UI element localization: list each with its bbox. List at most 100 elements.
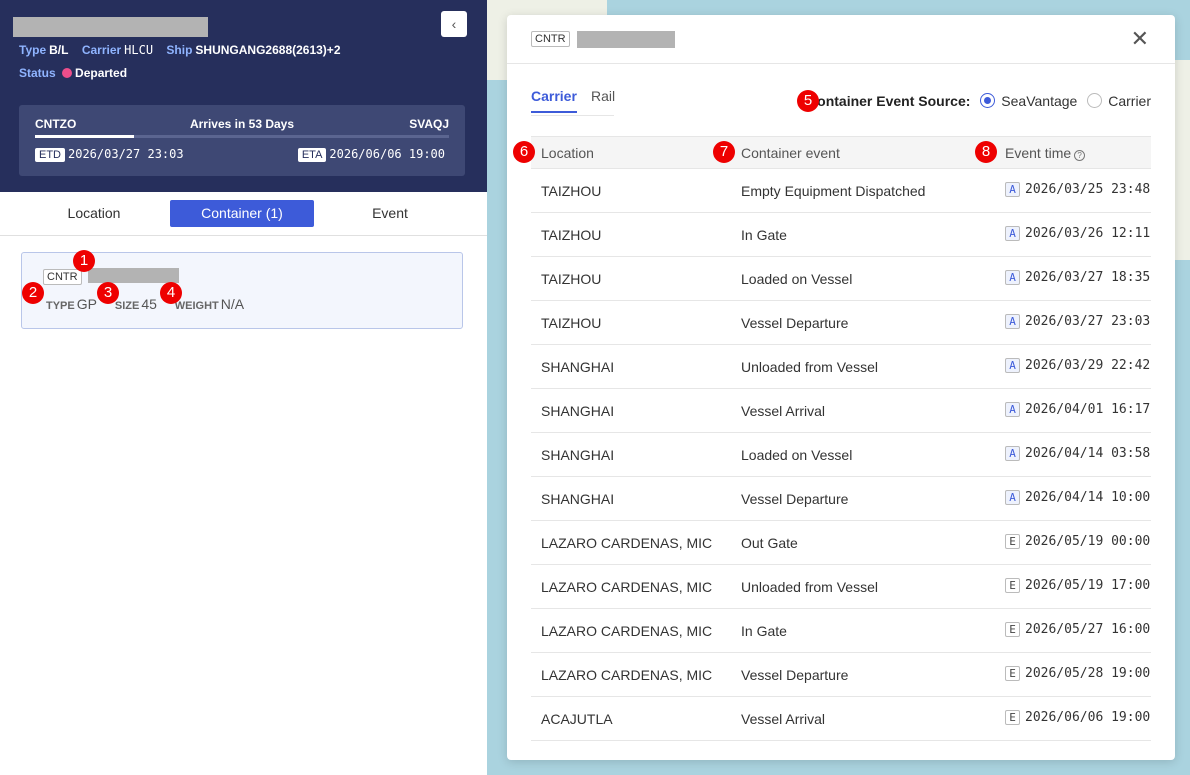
status-dot-icon <box>62 68 73 78</box>
annotation-badge: 4 <box>160 282 182 304</box>
container-attributes: TYPE GP SIZE 45 WEIGHT N/A <box>46 296 258 312</box>
carrier-value: HLCU <box>124 43 154 57</box>
size-label: SIZE <box>114 300 140 312</box>
cntr-tag: CNTR <box>531 31 570 47</box>
type-value: B/L <box>49 43 69 57</box>
chevron-left-icon: ‹ <box>451 16 457 32</box>
close-icon[interactable]: ✕ <box>1131 27 1149 51</box>
actual-estimated-flag: A <box>1005 226 1020 241</box>
row-event-time: A 2026/03/27 23:03 <box>1005 314 1150 329</box>
tab-event[interactable]: Event <box>315 200 465 227</box>
row-location: TAIZHOU <box>541 183 602 199</box>
table-row[interactable]: TAIZHOU In Gate A 2026/03/26 12:11 <box>531 213 1151 257</box>
row-location: LAZARO CARDENAS, MIC <box>541 667 713 683</box>
radio-seavantage[interactable] <box>980 93 996 108</box>
table-row[interactable]: ACAJUTLA Vessel Arrival E 2026/06/06 19:00 <box>531 697 1151 741</box>
table-row[interactable]: LAZARO CARDENAS, MIC Vessel Departure E 202… <box>531 653 1151 697</box>
tab-carrier[interactable]: Carrier <box>531 88 577 113</box>
actual-estimated-flag: E <box>1005 578 1020 593</box>
row-event-time: E 2026/05/27 16:00 <box>1005 622 1150 637</box>
left-panel: ‹ Type B/L Carrier HLCU Ship SHUNGANG2688(2… <box>0 0 487 775</box>
row-event-time: A 2026/03/29 22:42 <box>1005 358 1150 373</box>
row-location: SHANGHAI <box>541 359 615 375</box>
route-progress-bar <box>35 135 449 138</box>
event-time-value: 2026/06/06 19:00 <box>1025 710 1151 725</box>
table-row[interactable]: SHANGHAI Vessel Arrival A 2026/04/01 16:17 <box>531 389 1151 433</box>
row-event-time: A 2026/04/14 10:00 <box>1005 490 1150 505</box>
actual-estimated-flag: A <box>1005 358 1020 373</box>
redacted-container-number <box>577 31 675 48</box>
status-row: Status Departed <box>19 66 137 80</box>
event-time-value: 2026/03/27 23:03 <box>1025 314 1151 329</box>
option-seavantage-label[interactable]: SeaVantage <box>1001 93 1077 109</box>
event-source-title: Container Event Source: <box>807 93 971 109</box>
size-value: 45 <box>141 296 157 312</box>
modal-tabs: Carrier Rail <box>531 88 615 116</box>
row-event-time: E 2026/06/06 19:00 <box>1005 710 1150 725</box>
actual-estimated-flag: E <box>1005 534 1020 549</box>
table-row[interactable]: LAZARO CARDENAS, MIC Unloaded from Vessel… <box>531 565 1151 609</box>
collapse-button[interactable]: ‹ <box>441 11 467 37</box>
row-event: Loaded on Vessel <box>741 271 853 287</box>
row-location: TAIZHOU <box>541 315 602 331</box>
actual-estimated-flag: A <box>1005 314 1020 329</box>
type-label: Type <box>19 43 47 57</box>
annotation-badge: 3 <box>97 282 119 304</box>
cntr-tag: CNTR <box>43 269 82 285</box>
row-location: SHANGHAI <box>541 447 615 463</box>
table-row[interactable]: TAIZHOU Vessel Departure A 2026/03/27 23:03 <box>531 301 1151 345</box>
table-row[interactable]: LAZARO CARDENAS, MIC In Gate E 2026/05/27 1… <box>531 609 1151 653</box>
table-row[interactable]: SHANGHAI Vessel Departure A 2026/04/14 10:0… <box>531 477 1151 521</box>
row-event: Empty Equipment Dispatched <box>741 183 926 199</box>
actual-estimated-flag: A <box>1005 402 1020 417</box>
row-event: Out Gate <box>741 535 798 551</box>
event-time-value: 2026/04/01 16:17 <box>1025 402 1151 417</box>
row-location: TAIZHOU <box>541 227 602 243</box>
eta-tag: ETA <box>297 148 327 162</box>
etd: ETD 2026/03/27 23:03 <box>35 147 184 162</box>
table-row[interactable]: SHANGHAI Loaded on Vessel A 2026/04/14 03:5… <box>531 433 1151 477</box>
row-location: TAIZHOU <box>541 271 602 287</box>
actual-estimated-flag: A <box>1005 446 1020 461</box>
row-event-time: A 2026/03/27 18:35 <box>1005 270 1150 285</box>
left-tabs: Location Container (1) Event <box>0 192 487 236</box>
table-row[interactable]: SHANGHAI Unloaded from Vessel A 2026/03/29 … <box>531 345 1151 389</box>
actual-estimated-flag: E <box>1005 622 1020 637</box>
tab-location[interactable]: Location <box>19 200 169 227</box>
shipment-header: ‹ Type B/L Carrier HLCU Ship SHUNGANG2688(2… <box>0 0 487 192</box>
column-location: Location <box>541 145 594 161</box>
tab-container[interactable]: Container (1) <box>170 200 314 227</box>
tab-rail[interactable]: Rail <box>591 88 615 104</box>
actual-estimated-flag: A <box>1005 490 1020 505</box>
weight-label: WEIGHT <box>174 300 219 312</box>
row-event-time: E 2026/05/19 17:00 <box>1005 578 1150 593</box>
etd-value: 2026/03/27 23:03 <box>68 147 184 161</box>
radio-carrier[interactable] <box>1087 93 1103 108</box>
help-icon[interactable]: ? <box>1074 150 1086 161</box>
redacted-bl-number <box>13 17 208 37</box>
table-row[interactable]: TAIZHOU Empty Equipment Dispatched A 2026/0… <box>531 169 1151 213</box>
origin-port: CNTZO <box>35 117 77 131</box>
event-time-value: 2026/04/14 03:58 <box>1025 446 1151 461</box>
table-header: Location Container event Event time? <box>531 136 1151 169</box>
event-time-value: 2026/03/29 22:42 <box>1025 358 1151 373</box>
annotation-badge: 8 <box>975 141 997 163</box>
option-carrier-label[interactable]: Carrier <box>1108 93 1151 109</box>
row-location: LAZARO CARDENAS, MIC <box>541 579 713 595</box>
row-event: In Gate <box>741 227 787 243</box>
status-label: Status <box>19 66 56 80</box>
event-time-value: 2026/05/28 19:00 <box>1025 666 1151 681</box>
actual-estimated-flag: E <box>1005 666 1020 681</box>
table-row[interactable]: TAIZHOU Loaded on Vessel A 2026/03/27 18:35 <box>531 257 1151 301</box>
event-time-value: 2026/03/27 18:35 <box>1025 270 1151 285</box>
row-event-time: A 2026/03/26 12:11 <box>1005 226 1150 241</box>
event-time-value: 2026/05/27 16:00 <box>1025 622 1151 637</box>
route-progress-fill <box>35 135 135 138</box>
table-row[interactable]: LAZARO CARDENAS, MIC Out Gate E 2026/05/19 … <box>531 521 1151 565</box>
actual-estimated-flag: A <box>1005 182 1020 197</box>
weight-value: N/A <box>220 296 245 312</box>
column-container-event: Container event <box>741 145 840 161</box>
row-event: Unloaded from Vessel <box>741 579 878 595</box>
table-body: TAIZHOU Empty Equipment Dispatched A 2026/0… <box>531 169 1151 741</box>
column-event-time-label: Event time <box>1005 145 1072 161</box>
